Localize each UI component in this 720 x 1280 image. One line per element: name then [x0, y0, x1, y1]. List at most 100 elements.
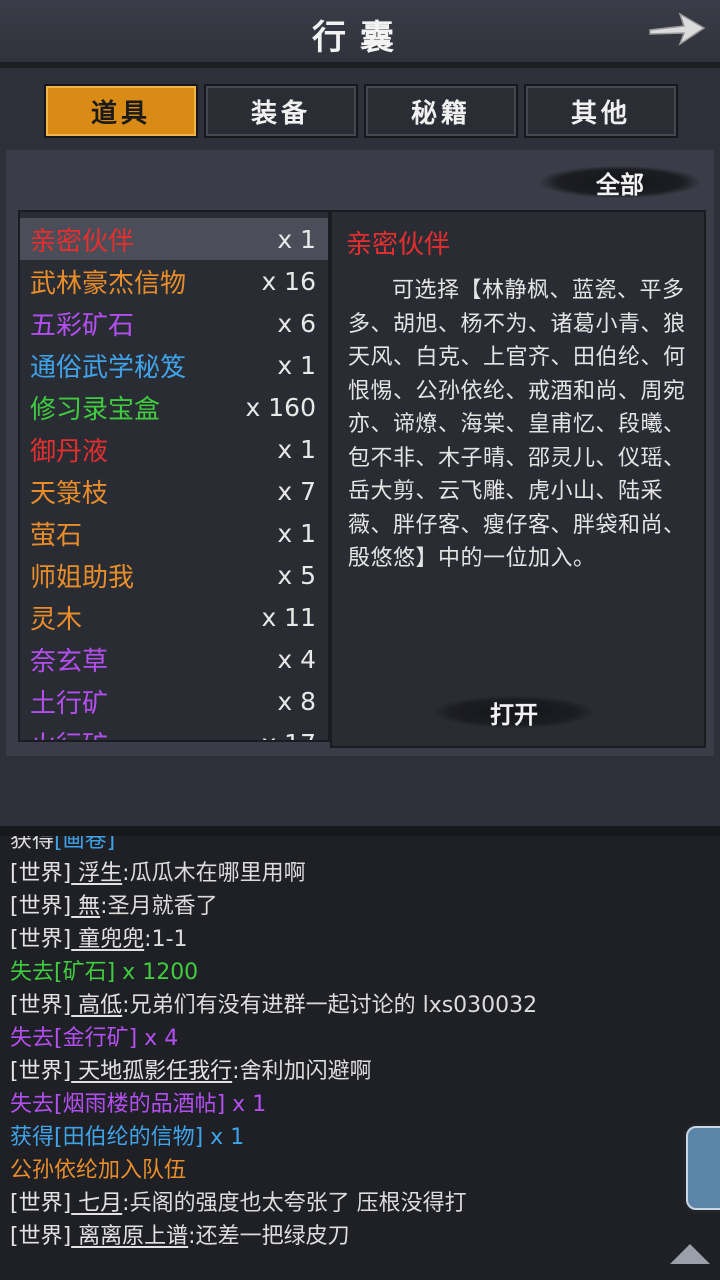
chat-message: [世界] 离离原上谱:还差一把绿皮刀: [10, 1218, 350, 1250]
chat-text: 失去: [10, 1026, 55, 1051]
chat-text: :还差一把绿皮刀: [188, 1224, 350, 1249]
expand-up-icon[interactable]: [670, 1244, 710, 1264]
item-name: 御丹液: [30, 436, 109, 467]
detail-description: 可选择【林静枫、蓝瓷、平多多、胡旭、杨不为、诸葛小青、狼天风、白克、上官齐、田伯…: [348, 278, 686, 571]
list-item[interactable]: 萤石 x 1: [20, 512, 328, 554]
chat-text: 失去: [10, 960, 55, 985]
list-item[interactable]: 亲密伙伴 x 1: [20, 218, 328, 260]
list-item[interactable]: 火行矿 x 17: [20, 722, 328, 741]
list-item[interactable]: 御丹液 x 1: [20, 428, 328, 470]
chat-username[interactable]: 高低: [71, 993, 122, 1018]
chat-message: [世界] 童兜兜:1-1: [10, 921, 188, 953]
chat-message: 公孙依纶加入队伍: [10, 1152, 186, 1184]
item-name: 师姐助我: [30, 562, 135, 593]
chat-message: [世界] 無:圣月就香了: [10, 888, 218, 920]
chat-username[interactable]: 离离原上谱: [71, 1224, 188, 1249]
tab-manuals[interactable]: 秘籍: [364, 84, 518, 138]
item-quantity: x 5: [277, 560, 316, 590]
chat-text: [世界]: [10, 1191, 72, 1216]
detail-title: 亲密伙伴: [346, 230, 451, 260]
chat-log[interactable]: 获得[画卷] [世界] 浮生:瓜瓜木在哪里用啊 [世界] 無:圣月就香了 [世界] 童…: [0, 836, 720, 1280]
chat-text: :兄弟们有没有进群一起讨论的 lxs030032: [122, 993, 538, 1018]
chat-text: [世界]: [10, 894, 72, 919]
list-item[interactable]: 灵木 x 11: [20, 596, 328, 638]
list-item[interactable]: 师姐助我 x 5: [20, 554, 328, 596]
chat-username[interactable]: 童兜兜: [71, 927, 144, 952]
item-name: 武林豪杰信物: [30, 268, 187, 299]
chat-text: x 1200: [115, 960, 199, 985]
list-item[interactable]: 奈玄草 x 4: [20, 638, 328, 680]
open-button[interactable]: 打开: [434, 692, 594, 732]
chat-text: [画卷]: [54, 836, 116, 853]
chat-message: 失去[矿石] x 1200: [10, 954, 198, 986]
list-item[interactable]: 五彩矿石 x 6: [20, 302, 328, 344]
list-item[interactable]: 土行矿 x 8: [20, 680, 328, 722]
side-menu-thumbnail[interactable]: [686, 1126, 720, 1210]
item-quantity: x 1: [277, 518, 316, 548]
filter-all-button[interactable]: 全部: [540, 162, 700, 202]
filter-label: 全部: [596, 169, 644, 199]
back-arrow-icon[interactable]: [644, 6, 708, 50]
item-name: 亲密伙伴: [30, 226, 135, 257]
tab-equipment[interactable]: 装备: [204, 84, 358, 138]
chat-divider: [0, 826, 720, 836]
chat-text: [世界]: [10, 1224, 72, 1249]
chat-text: x 1: [203, 1125, 245, 1150]
category-tabs: 道具 装备 秘籍 其他: [44, 84, 678, 138]
chat-username[interactable]: 天地孤影任我行: [71, 1059, 232, 1084]
chat-message: [世界] 天地孤影任我行:舍利加闪避啊: [10, 1053, 372, 1085]
item-name: 五彩矿石: [30, 310, 135, 341]
list-item[interactable]: 天箓枝 x 7: [20, 470, 328, 512]
item-quantity: x 1: [277, 224, 316, 254]
chat-text: :瓜瓜木在哪里用啊: [122, 861, 306, 886]
item-name: 火行矿: [20, 725, 108, 741]
item-name: 天箓枝: [30, 478, 109, 509]
item-name: 灵木: [30, 604, 83, 635]
chat-username[interactable]: 浮生: [71, 861, 122, 886]
chat-text: 获得: [10, 1125, 55, 1150]
item-quantity: x 1: [277, 350, 316, 380]
item-name: 修习录宝盒: [30, 394, 161, 425]
chat-text: [金行矿]: [54, 1026, 138, 1051]
chat-text: :1-1: [144, 927, 188, 952]
item-quantity: x 8: [277, 686, 316, 716]
chat-text: [田伯纶的信物]: [54, 1125, 204, 1150]
chat-text: [世界]: [10, 993, 72, 1018]
chat-text: [世界]: [10, 927, 72, 952]
chat-text: x 1: [225, 1092, 267, 1117]
chat-message: 获得[画卷]: [10, 836, 115, 854]
item-quantity: x 7: [277, 476, 316, 506]
chat-message: 失去[金行矿] x 4: [10, 1020, 178, 1052]
item-name: 奈玄草: [30, 646, 109, 677]
item-quantity: x 1: [277, 434, 316, 464]
item-detail-panel: 亲密伙伴 可选择【林静枫、蓝瓷、平多多、胡旭、杨不为、诸葛小青、狼天风、白克、上…: [330, 210, 706, 748]
item-name: 土行矿: [30, 688, 109, 719]
item-quantity: x 160: [245, 392, 316, 422]
chat-message: 失去[烟雨楼的品酒帖] x 1: [10, 1086, 266, 1118]
item-name: 萤石: [30, 520, 83, 551]
tab-other[interactable]: 其他: [524, 84, 678, 138]
chat-text: :圣月就香了: [100, 894, 218, 919]
tab-items[interactable]: 道具: [44, 84, 198, 138]
item-quantity: x 16: [261, 266, 316, 296]
page-title: 行囊: [312, 18, 408, 58]
item-name: 通俗武学秘笈: [30, 352, 187, 383]
chat-text: 失去: [10, 1092, 55, 1117]
list-item[interactable]: 武林豪杰信物 x 16: [20, 260, 328, 302]
open-button-label: 打开: [490, 699, 538, 729]
item-list[interactable]: 亲密伙伴 x 1 武林豪杰信物 x 16 五彩矿石 x 6 通俗武学秘笈 x 1…: [18, 210, 330, 742]
chat-username[interactable]: 無: [71, 894, 100, 919]
chat-text: [世界]: [10, 1059, 72, 1084]
chat-message: [世界] 浮生:瓜瓜木在哪里用啊: [10, 855, 306, 887]
list-item[interactable]: 修习录宝盒 x 160: [20, 386, 328, 428]
item-quantity: x 6: [277, 308, 316, 338]
list-item[interactable]: 通俗武学秘笈 x 1: [20, 344, 328, 386]
chat-message: [世界] 七月:兵阁的强度也太夸张了 压根没得打: [10, 1185, 467, 1217]
chat-text: 公孙依纶加入队伍: [10, 1158, 187, 1183]
chat-username[interactable]: 七月: [71, 1191, 122, 1216]
item-quantity: x 11: [261, 602, 316, 632]
header-divider: [0, 62, 720, 68]
chat-text: [烟雨楼的品酒帖]: [54, 1092, 226, 1117]
item-quantity: x 4: [277, 644, 316, 674]
chat-text: 获得: [10, 836, 55, 853]
